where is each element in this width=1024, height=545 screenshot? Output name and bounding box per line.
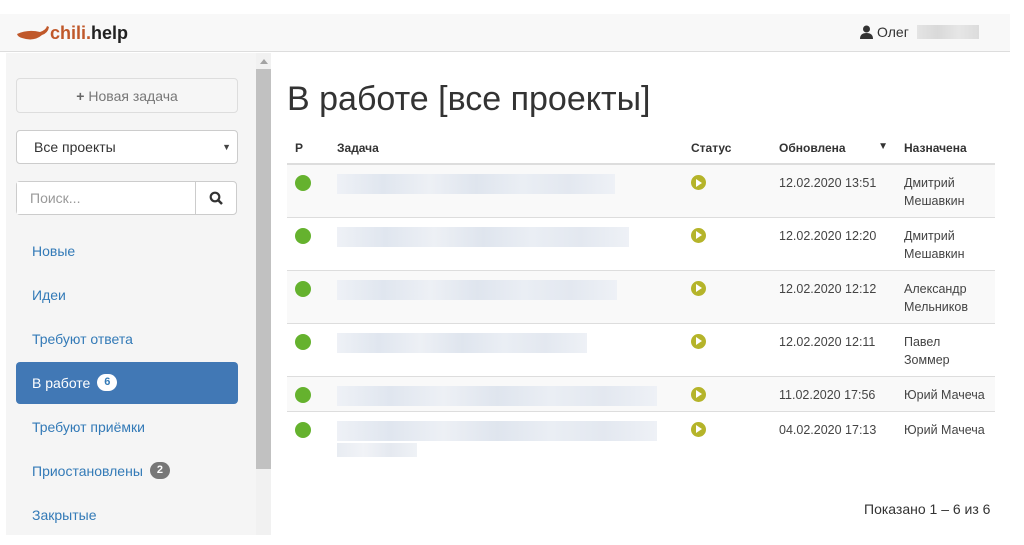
- user-surname-blurred: [916, 25, 979, 39]
- assignee-cell: Юрий Мачеча: [896, 410, 995, 457]
- priority-dot-icon: [295, 175, 311, 191]
- assignee-cell: Дмитрий Мешавкин: [896, 163, 995, 217]
- updated-cell: 12.02.2020 13:51: [771, 163, 896, 217]
- updated-cell: 12.02.2020 12:20: [771, 216, 896, 270]
- task-title-blurred: [337, 442, 417, 457]
- status-cell: [683, 410, 771, 457]
- updated-cell: 12.02.2020 12:11: [771, 322, 896, 376]
- col-assigned[interactable]: Назначена: [896, 133, 995, 165]
- in-progress-status-icon: [691, 280, 706, 296]
- user-icon: [860, 25, 873, 39]
- col-priority[interactable]: Р: [287, 133, 329, 165]
- task-title-blurred[interactable]: [337, 332, 587, 353]
- col-task[interactable]: Задача: [329, 133, 683, 165]
- search-box: [16, 181, 237, 215]
- status-cell: [683, 269, 771, 323]
- scroll-up-icon[interactable]: [260, 59, 268, 64]
- table-row[interactable]: 12.02.2020 12:12 Александр Мельников: [287, 269, 995, 323]
- status-cell: [683, 216, 771, 270]
- priority-cell: [287, 375, 329, 411]
- search-icon: [209, 191, 223, 205]
- sidebar-item-paused[interactable]: Приостановлены 2: [16, 450, 238, 492]
- priority-cell: [287, 322, 329, 376]
- sidebar-item-ideas[interactable]: Идеи: [16, 274, 238, 316]
- updated-cell: 04.02.2020 17:13: [771, 410, 896, 457]
- assignee-cell: Дмитрий Мешавкин: [896, 216, 995, 270]
- task-cell[interactable]: [329, 163, 683, 217]
- assignee-cell: Александр Мельников: [896, 269, 995, 323]
- status-cell: [683, 322, 771, 376]
- sidebar-item-new[interactable]: Новые: [16, 230, 238, 272]
- in-progress-status-icon: [691, 227, 706, 243]
- caret-down-icon: ▼: [222, 142, 231, 152]
- sidebar-item-in-progress[interactable]: В работе 6: [16, 362, 238, 404]
- priority-cell: [287, 216, 329, 270]
- count-badge: 6: [97, 374, 118, 391]
- logo[interactable]: chili. help: [16, 23, 128, 44]
- priority-dot-icon: [295, 227, 311, 244]
- col-updated[interactable]: Обновлена ▼: [771, 133, 896, 165]
- tasks-table: Р Задача Статус Обновлена ▼ Назначена 12.…: [287, 133, 995, 457]
- sidebar-item-need-acceptance[interactable]: Требуют приёмки: [16, 406, 238, 448]
- page-title: В работе [все проекты]: [287, 80, 651, 118]
- table-row[interactable]: 12.02.2020 12:20 Дмитрий Мешавкин: [287, 216, 995, 270]
- count-badge: 2: [149, 462, 170, 479]
- priority-cell: [287, 269, 329, 323]
- table-row[interactable]: 12.02.2020 13:51 Дмитрий Мешавкин: [287, 163, 995, 217]
- task-title-blurred[interactable]: [337, 279, 617, 300]
- status-cell: [683, 163, 771, 217]
- priority-cell: [287, 163, 329, 217]
- in-progress-status-icon: [691, 175, 706, 190]
- task-cell[interactable]: [329, 269, 683, 323]
- scrollbar-thumb[interactable]: [256, 69, 271, 469]
- plus-icon: +: [76, 87, 85, 104]
- pagination-info: Показано 1 – 6 из 6: [864, 501, 991, 517]
- in-progress-status-icon: [691, 421, 706, 437]
- chili-icon: [17, 25, 49, 39]
- sidebar-item-need-reply[interactable]: Требуют ответа: [16, 318, 238, 360]
- search-button[interactable]: [195, 182, 236, 214]
- task-cell[interactable]: [329, 322, 683, 376]
- sort-desc-icon[interactable]: ▼: [878, 141, 888, 152]
- priority-dot-icon: [295, 421, 311, 438]
- updated-cell: 11.02.2020 17:56: [771, 375, 896, 411]
- new-task-button[interactable]: + Новая задача: [16, 78, 238, 113]
- task-cell[interactable]: [329, 375, 683, 411]
- search-input[interactable]: [17, 182, 197, 214]
- sidebar-scrollbar[interactable]: [256, 53, 271, 535]
- assignee-cell: Павел Зоммер: [896, 322, 995, 376]
- priority-cell: [287, 410, 329, 457]
- task-title-blurred[interactable]: [337, 420, 657, 441]
- status-cell: [683, 375, 771, 411]
- table-row[interactable]: 11.02.2020 17:56 Юрий Мачеча: [287, 375, 995, 411]
- top-navbar: chili. help Олег: [0, 14, 1010, 52]
- user-menu[interactable]: Олег: [860, 24, 979, 40]
- priority-dot-icon: [295, 386, 311, 403]
- updated-cell: 12.02.2020 12:12: [771, 269, 896, 323]
- task-cell[interactable]: [329, 410, 683, 457]
- task-title-blurred[interactable]: [337, 174, 615, 194]
- project-select[interactable]: Все проекты ▼: [16, 130, 238, 164]
- user-name: Олег: [877, 24, 909, 40]
- task-title-blurred[interactable]: [337, 226, 629, 247]
- task-cell[interactable]: [329, 216, 683, 270]
- in-progress-status-icon: [691, 333, 706, 349]
- table-row[interactable]: 04.02.2020 17:13 Юрий Мачеча: [287, 410, 995, 457]
- priority-dot-icon: [295, 280, 311, 297]
- sidebar-item-closed[interactable]: Закрытые: [16, 494, 238, 536]
- priority-dot-icon: [295, 333, 311, 350]
- in-progress-status-icon: [691, 386, 706, 402]
- table-row[interactable]: 12.02.2020 12:11 Павел Зоммер: [287, 322, 995, 376]
- col-status[interactable]: Статус: [683, 133, 771, 165]
- sidebar: +Новая задача Все проекты▼ Новые Идеи Тр…: [6, 53, 256, 535]
- assignee-cell: Юрий Мачеча: [896, 375, 995, 411]
- task-title-blurred[interactable]: [337, 385, 657, 406]
